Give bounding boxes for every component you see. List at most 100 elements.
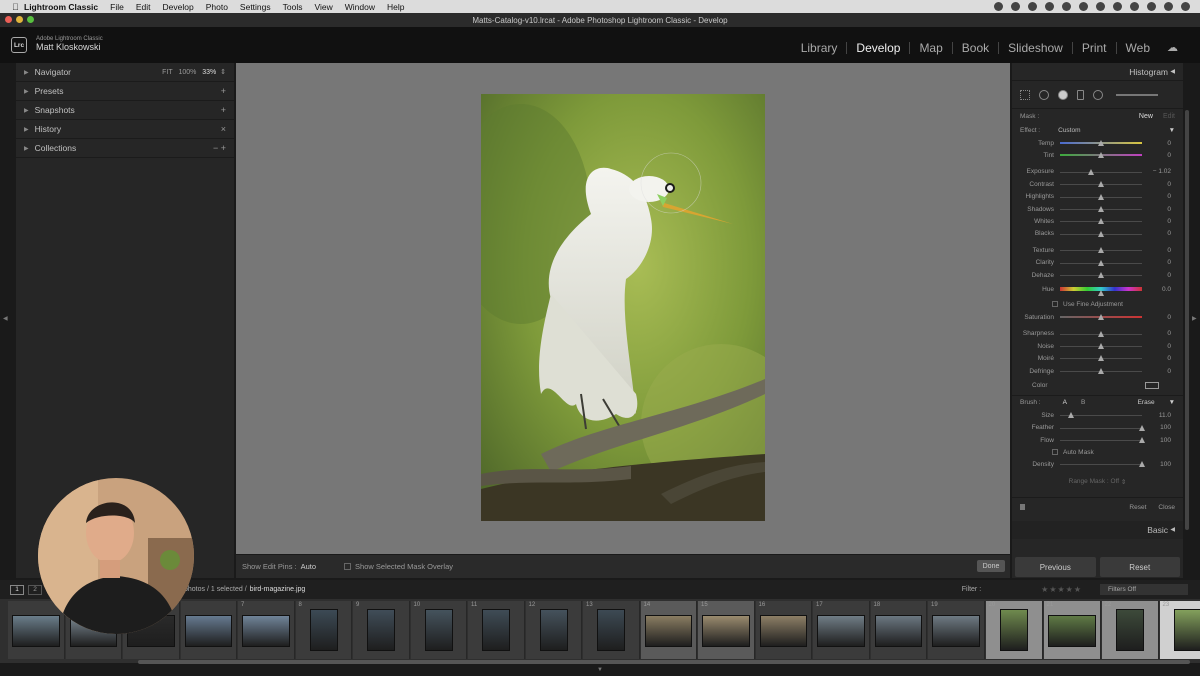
dehaze-value[interactable]: 0 <box>1167 272 1171 279</box>
siri-icon[interactable] <box>1164 2 1173 11</box>
add-preset-button[interactable]: + <box>221 86 226 96</box>
filmstrip-thumbnail[interactable] <box>180 601 237 659</box>
density-slider-track[interactable] <box>1060 464 1142 466</box>
color-swatch[interactable] <box>1145 381 1159 389</box>
saturation-slider-row[interactable]: Saturation 0 <box>1012 311 1183 323</box>
defringe-slider-row[interactable]: Defringe 0 <box>1012 365 1183 377</box>
density-value[interactable]: 100 <box>1160 461 1171 468</box>
cloud-sync-icon[interactable]: ☁ <box>1167 41 1178 54</box>
spot-removal-tool-icon[interactable] <box>1039 89 1049 100</box>
collapse-triangle-icon[interactable]: ▼ <box>1169 399 1175 406</box>
size-slider-row[interactable]: Size 11.0 <box>1012 409 1183 421</box>
blacks-value[interactable]: 0 <box>1167 230 1171 237</box>
clear-history-button[interactable]: × <box>221 124 226 134</box>
menu-develop[interactable]: Develop <box>163 2 194 12</box>
right-panel-toggle-icon[interactable]: ▶ <box>1192 315 1197 322</box>
filmstrip-thumbnail[interactable]: 16 <box>755 601 812 659</box>
noise-slider-row[interactable]: Noise 0 <box>1012 340 1183 352</box>
drop-icon[interactable] <box>1062 2 1071 11</box>
exposure-slider-row[interactable]: Exposure − 1.02 <box>1012 166 1183 178</box>
cloud-icon[interactable] <box>1011 2 1020 11</box>
hue-slider-row[interactable]: Hue 0.0 <box>1012 281 1183 297</box>
tint-value[interactable]: 0 <box>1167 152 1171 159</box>
temp-slider-thumb[interactable] <box>1098 140 1104 146</box>
search-icon[interactable] <box>1147 2 1156 11</box>
sharpness-value[interactable]: 0 <box>1167 330 1171 337</box>
highlights-slider-row[interactable]: Highlights 0 <box>1012 191 1183 203</box>
filmstrip-thumbnail[interactable]: 7 <box>238 601 295 659</box>
history-header[interactable]: ▶ History × <box>16 120 234 139</box>
filmstrip-thumbnail[interactable] <box>8 601 65 659</box>
menu-tools[interactable]: Tools <box>283 2 303 12</box>
module-library[interactable]: Library <box>792 42 847 54</box>
brush-erase-button[interactable]: Erase <box>1138 399 1155 406</box>
show-edit-pins-select[interactable]: Auto <box>301 562 316 571</box>
sharpness-slider-row[interactable]: Sharpness 0 <box>1012 328 1183 340</box>
menu-list-icon[interactable] <box>1181 2 1190 11</box>
effect-preset-select[interactable]: Custom <box>1058 127 1080 134</box>
filmstrip-thumbnail[interactable]: 12 <box>525 601 582 659</box>
range-mask-value[interactable]: Off <box>1111 478 1120 485</box>
snapshots-header[interactable]: ▶ Snapshots + <box>16 101 234 120</box>
texture-slider-row[interactable]: Texture 0 <box>1012 244 1183 256</box>
menu-window[interactable]: Window <box>345 2 375 12</box>
menu-file[interactable]: File <box>110 2 124 12</box>
wifi-icon[interactable] <box>1130 2 1139 11</box>
highlights-slider-thumb[interactable] <box>1098 193 1104 200</box>
graduated-filter-icon[interactable] <box>1077 89 1084 100</box>
noise-value[interactable]: 0 <box>1167 343 1171 350</box>
feather-slider-track[interactable] <box>1060 427 1142 429</box>
zoom-window-icon[interactable] <box>27 16 34 23</box>
basic-panel-header[interactable]: Basic ◀ <box>1012 520 1183 539</box>
mask-close-button[interactable]: Close <box>1158 504 1175 511</box>
brush-a-button[interactable]: A <box>1063 399 1067 406</box>
defringe-value[interactable]: 0 <box>1167 368 1171 375</box>
mask-reset-button[interactable]: Reset <box>1129 504 1146 511</box>
bluetooth-icon[interactable] <box>1096 2 1105 11</box>
page-2-button[interactable]: 2 <box>28 584 42 595</box>
navigator-header[interactable]: ▶ Navigator FIT 100% 33% ⇕ <box>16 63 234 82</box>
zoom-33[interactable]: 33% <box>202 69 216 76</box>
close-window-icon[interactable] <box>5 16 12 23</box>
moir--value[interactable]: 0 <box>1167 355 1171 362</box>
module-map[interactable]: Map <box>909 41 951 54</box>
filmstrip-thumbnail[interactable]: 14 <box>640 601 697 659</box>
zoom-100[interactable]: 100% <box>178 69 196 76</box>
feather-slider-thumb[interactable] <box>1139 424 1145 431</box>
tint-slider-row[interactable]: Tint 0 <box>1012 149 1183 161</box>
flow-value[interactable]: 100 <box>1160 437 1171 444</box>
collections-actions[interactable]: − + <box>213 143 226 153</box>
reset-button[interactable]: Reset <box>1099 557 1180 577</box>
clarity-slider-row[interactable]: Clarity 0 <box>1012 257 1183 269</box>
collections-header[interactable]: ▶ Collections − + <box>16 139 234 158</box>
collapse-triangle-icon[interactable]: ▼ <box>1169 127 1175 134</box>
mask-edit-button[interactable]: Edit <box>1163 113 1175 120</box>
filmstrip-thumbnail[interactable]: 11 <box>468 601 525 659</box>
menu-settings[interactable]: Settings <box>240 2 271 12</box>
brush-tool-slider[interactable] <box>1116 93 1158 96</box>
add-snapshot-button[interactable]: + <box>221 105 226 115</box>
previous-button[interactable]: Previous <box>1015 557 1096 577</box>
filmstrip-thumbnail[interactable]: 9 <box>353 601 410 659</box>
menu-app[interactable]: Lightroom Classic <box>24 2 98 12</box>
histogram-header[interactable]: Histogram ◀ <box>1012 63 1183 81</box>
filmstrip-thumbnail[interactable]: 19 <box>928 601 985 659</box>
temp-slider-row[interactable]: Temp 0 <box>1012 137 1183 149</box>
module-slideshow[interactable]: Slideshow <box>998 41 1072 54</box>
filmstrip-thumbnail[interactable]: 10 <box>410 601 467 659</box>
mask-new-button[interactable]: New <box>1139 113 1153 120</box>
sharpness-slider-thumb[interactable] <box>1098 330 1104 337</box>
crop-tool-icon[interactable] <box>1020 89 1030 100</box>
zoom-fit[interactable]: FIT <box>162 69 173 76</box>
done-button[interactable]: Done <box>977 560 1005 572</box>
feather-value[interactable]: 100 <box>1160 424 1171 431</box>
tint-slider-thumb[interactable] <box>1098 152 1104 159</box>
whites-slider-row[interactable]: Whites 0 <box>1012 215 1183 227</box>
left-panel-toggle-icon[interactable]: ◀ <box>3 315 8 322</box>
bottom-panel-toggle-icon[interactable]: ▼ <box>597 667 603 673</box>
filters-off-select[interactable]: Filters Off <box>1100 584 1188 595</box>
filmstrip-thumbnail[interactable]: 21 <box>1043 601 1101 659</box>
hue-value[interactable]: 0.0 <box>1162 286 1171 293</box>
size-value[interactable]: 11.0 <box>1159 412 1171 419</box>
filmstrip-scrollbar[interactable] <box>138 660 1190 664</box>
